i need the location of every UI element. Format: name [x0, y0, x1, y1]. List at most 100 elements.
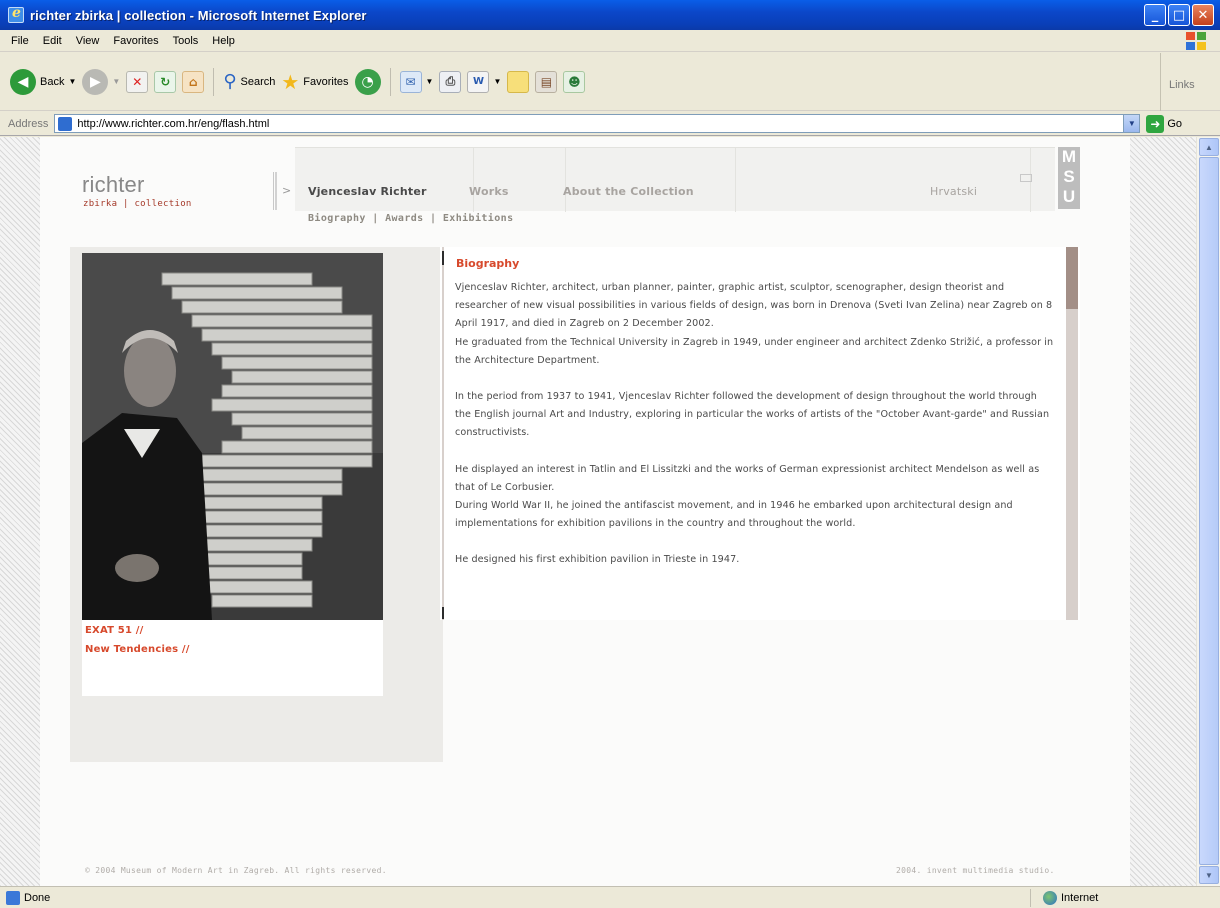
menu-favorites[interactable]: Favorites	[106, 35, 165, 47]
nav-hrvatski[interactable]: Hrvatski	[930, 185, 977, 198]
msu-letter: S	[1063, 167, 1075, 186]
dropdown-arrow-icon[interactable]: ▼	[426, 77, 434, 86]
edit-button[interactable]: W ▼	[467, 70, 501, 93]
home-icon[interactable]: ⌂	[182, 70, 205, 93]
bio-paragraph: He displayed an interest in Tatlin and E…	[455, 463, 1040, 493]
research-icon[interactable]: ▤	[535, 70, 558, 93]
page-scrollbar[interactable]: ▲ ▼	[1196, 137, 1220, 886]
nav-arrow-icon: >	[282, 184, 292, 197]
address-bar: Address http://www.richter.com.hr/eng/fl…	[0, 112, 1220, 136]
link-new-tendencies[interactable]: New Tendencies //	[85, 644, 190, 655]
nav-works[interactable]: Works	[469, 185, 509, 198]
subnav-separator: |	[372, 213, 379, 224]
search-button[interactable]: ⚲ Search	[223, 71, 275, 92]
standard-toolbar: ◀ Back ▼ ▶ ▼ ✕ ↻ ⌂ ⚲ Search ★ Favorites …	[0, 53, 1220, 111]
links-label: Links	[1169, 79, 1195, 91]
address-url[interactable]: http://www.richter.com.hr/eng/flash.html	[77, 118, 1123, 130]
msu-letter: U	[1062, 187, 1076, 206]
title-bar[interactable]: richter zbirka | collection - Microsoft …	[0, 0, 1220, 30]
window-title: richter zbirka | collection - Microsoft …	[30, 7, 367, 23]
back-button[interactable]: ◀ Back ▼	[10, 68, 76, 95]
menu-bar: File Edit View Favorites Tools Help	[0, 30, 1220, 52]
menu-tools[interactable]: Tools	[166, 35, 206, 47]
nav-vjenceslav-richter[interactable]: Vjenceslav Richter	[308, 185, 427, 198]
dropdown-arrow-icon[interactable]: ▼	[112, 77, 120, 86]
dropdown-arrow-icon[interactable]: ▼	[493, 77, 501, 86]
biography-panel[interactable]: Biography Vjenceslav Richter, architect,…	[440, 247, 1080, 620]
page-icon	[58, 116, 73, 131]
bio-paragraph: He designed his first exhibition pavilio…	[455, 554, 740, 566]
menu-edit[interactable]: Edit	[36, 35, 69, 47]
stop-icon[interactable]: ✕	[126, 70, 149, 93]
mail-icon[interactable]	[1020, 174, 1032, 182]
go-button[interactable]: ➜ Go	[1146, 114, 1183, 133]
flash-content[interactable]: richter zbirka | collection > Vjenceslav…	[40, 137, 1130, 886]
nav-divider	[735, 148, 736, 212]
richter-portrait-photo	[82, 253, 383, 620]
go-arrow-icon: ➜	[1146, 114, 1165, 133]
logo-bracket	[273, 172, 277, 210]
text-scroll-thumb[interactable]	[1066, 247, 1078, 309]
search-label: Search	[240, 75, 276, 88]
refresh-icon[interactable]: ↻	[154, 70, 177, 93]
history-icon[interactable]: ◔	[354, 68, 381, 95]
msu-logo[interactable]: M S U	[1058, 147, 1080, 209]
navigation-panel	[295, 147, 1055, 212]
biography-heading: Biography	[456, 257, 520, 270]
toolbar-separator	[389, 67, 391, 96]
subnav-biography[interactable]: Biography	[308, 213, 366, 224]
print-icon[interactable]: ⎙	[439, 70, 462, 93]
nav-divider	[473, 148, 474, 212]
bio-paragraph: Vjenceslav Richter, architect, urban pla…	[455, 282, 1053, 330]
address-dropdown-icon[interactable]: ▼	[1123, 115, 1140, 132]
footer-credit[interactable]: 2004. invent multimedia studio.	[896, 866, 1055, 875]
favorites-label: Favorites	[303, 75, 349, 88]
mail-icon: ✉	[399, 70, 422, 93]
back-arrow-icon: ◀	[10, 68, 36, 95]
scroll-up-icon[interactable]: ▲	[1199, 138, 1219, 156]
ie-icon	[8, 5, 24, 23]
footer-copyright: © 2004 Museum of Modern Art in Zagreb. A…	[85, 866, 387, 875]
window-controls: _ □ ✕	[1144, 4, 1214, 26]
windows-logo-icon	[1186, 32, 1208, 50]
scroll-down-icon[interactable]: ▼	[1199, 866, 1219, 884]
close-button[interactable]: ✕	[1192, 4, 1214, 26]
mail-button[interactable]: ✉ ▼	[399, 70, 434, 93]
nav-about-collection[interactable]: About the Collection	[563, 185, 694, 198]
text-scrollbar[interactable]	[1066, 247, 1078, 620]
address-label: Address	[8, 117, 49, 130]
menu-help[interactable]: Help	[205, 35, 242, 47]
forward-arrow-icon: ▶	[82, 68, 109, 95]
menu-file[interactable]: File	[4, 35, 36, 47]
messenger-icon[interactable]: ☻	[563, 70, 586, 93]
folder-icon[interactable]	[507, 70, 530, 93]
menu-view[interactable]: View	[69, 35, 107, 47]
text-rule	[442, 247, 444, 620]
star-icon: ★	[281, 69, 300, 94]
bio-paragraph: He graduated from the Technical Universi…	[455, 336, 1054, 366]
background-stripes-right	[1130, 137, 1196, 886]
globe-icon	[1043, 891, 1057, 905]
background-stripes-left	[0, 137, 40, 886]
subnav: Biography | Awards | Exhibitions	[308, 213, 514, 224]
subnav-awards[interactable]: Awards	[385, 213, 424, 224]
minimize-button[interactable]: _	[1144, 4, 1166, 26]
maximize-button[interactable]: □	[1168, 4, 1190, 26]
link-exat51[interactable]: EXAT 51 //	[85, 625, 144, 636]
scroll-thumb[interactable]	[1199, 157, 1219, 865]
word-icon: W	[467, 70, 490, 93]
status-bar: Done Internet	[0, 886, 1220, 908]
address-input[interactable]: http://www.richter.com.hr/eng/flash.html…	[54, 114, 1141, 133]
subnav-separator: |	[430, 213, 437, 224]
go-label: Go	[1167, 117, 1183, 130]
search-icon: ⚲	[223, 71, 237, 92]
site-logo[interactable]: richter	[82, 172, 145, 198]
forward-button[interactable]: ▶ ▼	[82, 68, 120, 95]
links-bar[interactable]: Links	[1160, 53, 1220, 111]
favorites-button[interactable]: ★ Favorites	[281, 70, 348, 94]
bio-paragraph: During World War II, he joined the antif…	[455, 500, 1013, 530]
dropdown-arrow-icon[interactable]: ▼	[68, 77, 76, 86]
security-zone[interactable]: Internet	[1030, 889, 1098, 907]
msu-letter: M	[1061, 147, 1077, 166]
subnav-exhibitions[interactable]: Exhibitions	[443, 213, 514, 224]
